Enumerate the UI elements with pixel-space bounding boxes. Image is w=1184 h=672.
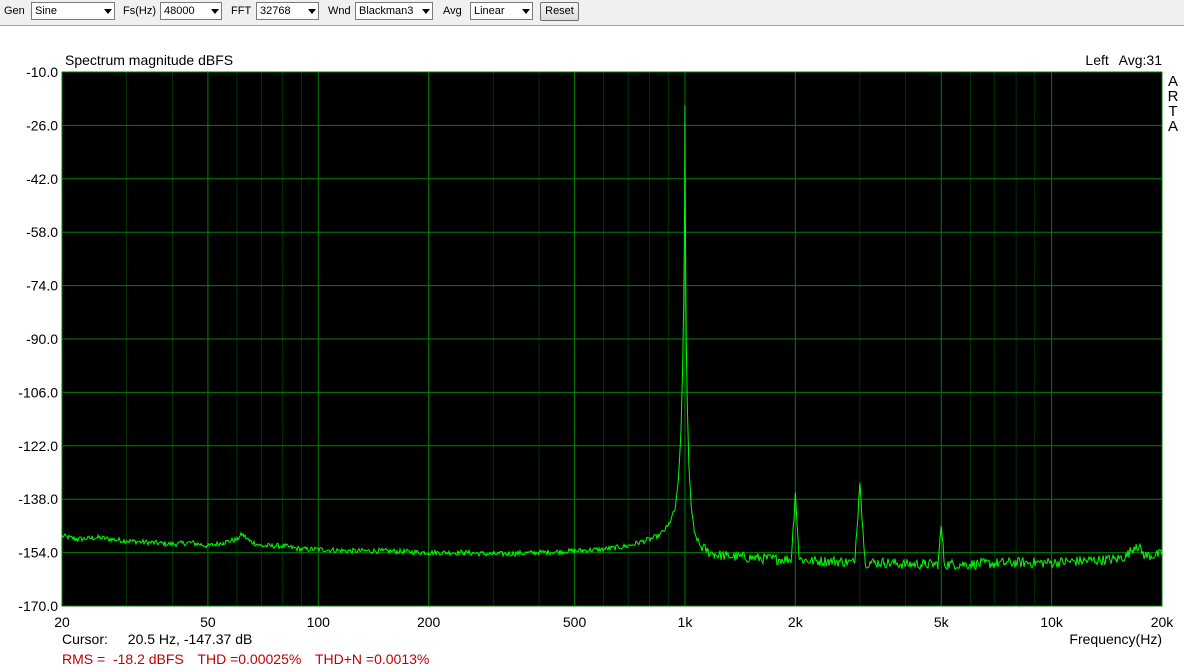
y-tick-label: -106.0 bbox=[18, 384, 58, 400]
x-tick-label: 1k bbox=[678, 614, 694, 630]
x-tick-label: 500 bbox=[563, 614, 587, 630]
y-tick-label: -74.0 bbox=[26, 278, 58, 294]
thd-value: THD =0.00025% bbox=[197, 651, 302, 667]
x-axis-label: Frequency(Hz) bbox=[1069, 631, 1162, 647]
x-tick-label: 2k bbox=[788, 614, 804, 630]
thdn-value: THD+N =0.0013% bbox=[314, 651, 430, 667]
y-tick-label: -42.0 bbox=[26, 171, 58, 187]
x-tick-label: 5k bbox=[934, 614, 950, 630]
y-tick-label: -170.0 bbox=[18, 598, 58, 614]
x-tick-label: 100 bbox=[307, 614, 331, 630]
y-tick-label: -26.0 bbox=[26, 117, 58, 133]
measurement-readout: RMS = -18.2 dBFS THD =0.00025% THD+N =0.… bbox=[62, 651, 439, 667]
x-tick-label: 200 bbox=[417, 614, 441, 630]
x-tick-label: 20k bbox=[1151, 614, 1175, 630]
y-tick-label: -154.0 bbox=[18, 545, 58, 561]
spectrum-chart[interactable]: 20 50 100 200 500 1k 2k 5k 10k 20k -10.0 -26.0 -42.0… bbox=[0, 0, 1184, 672]
cursor-label: Cursor: bbox=[62, 631, 108, 647]
y-tick-label: -138.0 bbox=[18, 491, 58, 507]
cursor-readout: Cursor: 20.5 Hz, -147.37 dB bbox=[62, 631, 252, 647]
rms-value: RMS = -18.2 dBFS bbox=[62, 651, 184, 667]
y-tick-label: -122.0 bbox=[18, 438, 58, 454]
x-tick-label: 20 bbox=[54, 614, 70, 630]
y-tick-label: -90.0 bbox=[26, 331, 58, 347]
x-tick-label: 50 bbox=[200, 614, 216, 630]
y-tick-label: -10.0 bbox=[26, 64, 58, 80]
x-tick-label: 10k bbox=[1040, 614, 1064, 630]
cursor-value: 20.5 Hz, -147.37 dB bbox=[127, 631, 253, 647]
y-tick-label: -58.0 bbox=[26, 224, 58, 240]
